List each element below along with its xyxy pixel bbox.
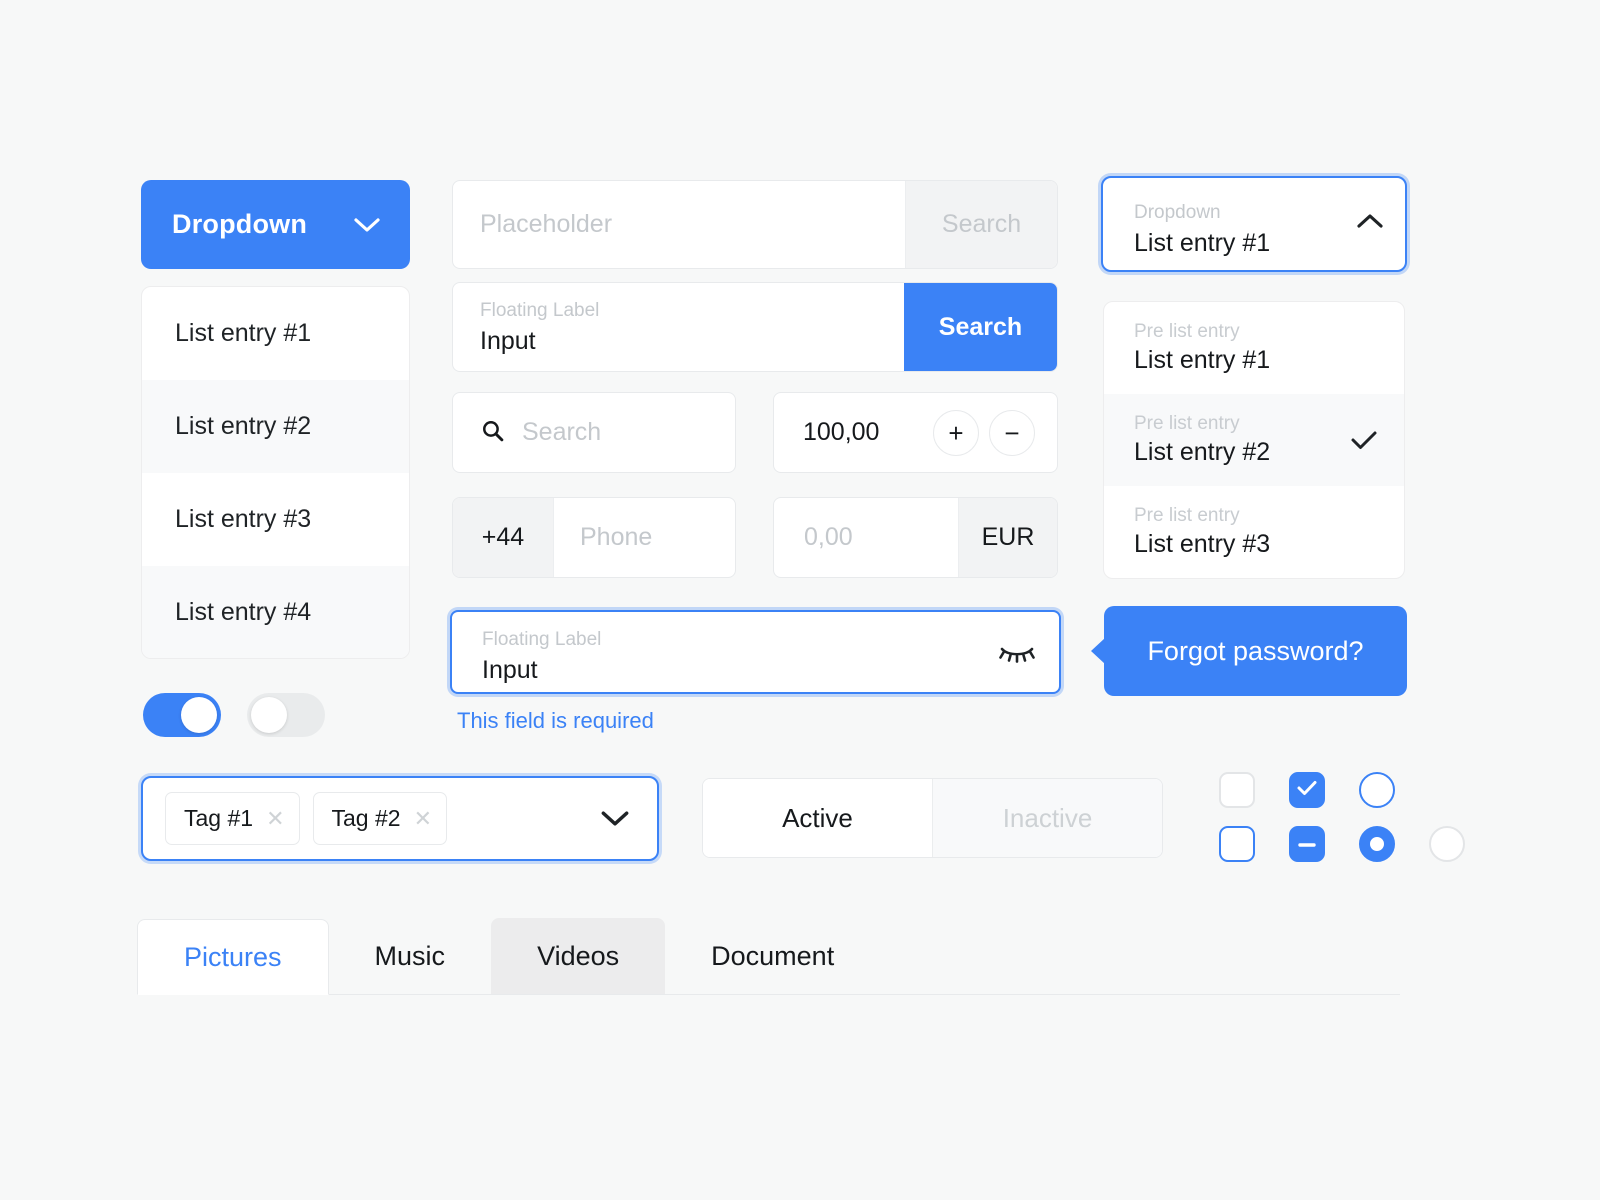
search-input[interactable]: Placeholder (453, 181, 905, 268)
list-item[interactable]: List entry #3 (142, 473, 409, 566)
chevron-down-icon[interactable] (601, 810, 635, 827)
toggle-knob (251, 697, 287, 733)
input-value: Input (480, 325, 904, 358)
password-input[interactable]: Floating Label Input (450, 610, 1061, 694)
checkbox-indeterminate[interactable] (1289, 826, 1325, 862)
radio-unselected[interactable] (1429, 826, 1465, 862)
radio-unselected-blue[interactable] (1359, 772, 1395, 808)
currency-suffix[interactable]: EUR (958, 498, 1057, 577)
floating-label: Floating Label (482, 628, 975, 652)
tag-label: Tag #1 (184, 805, 253, 832)
search-input-group-floating: Floating Label Input Search (452, 282, 1058, 372)
number-stepper: 100,00 + − (773, 392, 1058, 473)
eye-closed-icon[interactable] (975, 640, 1059, 664)
toggle-switch-on[interactable] (143, 693, 221, 737)
validation-message: This field is required (457, 708, 654, 734)
search-input-group-plain: Placeholder Search (452, 180, 1058, 269)
tab-bar: Pictures Music Videos Document (137, 917, 1400, 995)
radio-selected[interactable] (1359, 826, 1395, 862)
search-field-placeholder: Search (522, 418, 601, 447)
checkbox-unchecked-focused[interactable] (1219, 826, 1255, 862)
search-button[interactable]: Search (904, 283, 1057, 371)
tag-chip[interactable]: Tag #1 ✕ (165, 792, 300, 845)
list-item[interactable]: Pre list entry List entry #1 (1104, 302, 1404, 394)
list-item[interactable]: List entry #4 (142, 566, 409, 659)
checkbox-unchecked[interactable] (1219, 772, 1255, 808)
checkbox-checked[interactable] (1289, 772, 1325, 808)
list-item-label: List entry #1 (1134, 344, 1378, 377)
tab-music[interactable]: Music (329, 918, 492, 994)
currency-input-group: 0,00 EUR (773, 497, 1058, 578)
search-field[interactable]: Search (452, 392, 736, 473)
floating-label: Floating Label (480, 299, 904, 323)
segmented-control: Active Inactive (702, 778, 1163, 858)
list-item[interactable]: List entry #2 (142, 380, 409, 473)
tab-document[interactable]: Document (665, 918, 880, 994)
right-dropdown-list: Pre list entry List entry #1 Pre list en… (1103, 301, 1405, 579)
list-item-label: List entry #2 (1134, 436, 1350, 469)
toggle-group (143, 693, 325, 737)
search-icon (480, 418, 505, 448)
ui-kit-canvas: Dropdown List entry #1 List entry #2 Lis… (0, 0, 1600, 1200)
list-item-label: List entry #3 (1134, 528, 1378, 561)
segment-active[interactable]: Active (703, 779, 932, 857)
phone-input[interactable]: Phone (554, 498, 735, 577)
list-item-label: List entry #4 (175, 598, 311, 627)
chevron-up-icon (1335, 213, 1405, 235)
list-item-pre-label: Pre list entry (1134, 320, 1378, 344)
check-icon (1350, 429, 1378, 451)
list-item-pre-label: Pre list entry (1134, 504, 1378, 528)
segment-inactive[interactable]: Inactive (932, 779, 1162, 857)
list-item-label: List entry #1 (175, 319, 311, 348)
list-item-label: List entry #2 (175, 412, 311, 441)
search-button-disabled[interactable]: Search (905, 181, 1057, 268)
chevron-down-icon (354, 217, 380, 233)
tab-videos[interactable]: Videos (491, 918, 665, 994)
toggle-knob (181, 697, 217, 733)
phone-input-group: +44 Phone (452, 497, 736, 578)
close-icon[interactable]: ✕ (414, 808, 432, 830)
list-item-text: Pre list entry List entry #2 (1134, 412, 1350, 468)
tag-chip[interactable]: Tag #2 ✕ (313, 792, 448, 845)
number-stepper-value[interactable]: 100,00 (803, 418, 923, 447)
list-item-pre-label: Pre list entry (1134, 412, 1350, 436)
decrement-button[interactable]: − (989, 410, 1035, 456)
password-field-body: Floating Label Input (452, 618, 975, 686)
input-value: Input (482, 654, 975, 687)
forgot-password-label: Forgot password? (1147, 636, 1363, 667)
choice-control-group (1211, 772, 1473, 862)
right-dropdown-body: Dropdown List entry #1 (1103, 188, 1335, 259)
list-item-text: Pre list entry List entry #1 (1134, 320, 1378, 376)
phone-country-prefix[interactable]: +44 (453, 498, 554, 577)
grid-spacer (1421, 772, 1457, 808)
forgot-password-tooltip[interactable]: Forgot password? (1104, 606, 1407, 696)
increment-button[interactable]: + (933, 410, 979, 456)
list-item[interactable]: Pre list entry List entry #2 (1104, 394, 1404, 486)
toggle-switch-off[interactable] (247, 693, 325, 737)
list-item-label: List entry #3 (175, 505, 311, 534)
tab-pictures[interactable]: Pictures (137, 919, 329, 995)
tag-select-input[interactable]: Tag #1 ✕ Tag #2 ✕ (141, 776, 659, 861)
tag-label: Tag #2 (332, 805, 401, 832)
right-dropdown-trigger[interactable]: Dropdown List entry #1 (1101, 176, 1407, 272)
dropdown-button-label: Dropdown (172, 209, 307, 240)
list-item-text: Pre list entry List entry #3 (1134, 504, 1378, 560)
close-icon[interactable]: ✕ (266, 808, 284, 830)
right-dropdown-value: List entry #1 (1134, 227, 1335, 260)
check-icon (1296, 779, 1318, 802)
list-item[interactable]: List entry #1 (142, 287, 409, 380)
currency-input[interactable]: 0,00 (774, 498, 958, 577)
floating-label: Dropdown (1134, 201, 1335, 225)
floating-input[interactable]: Floating Label Input (453, 283, 904, 371)
dropdown-button[interactable]: Dropdown (141, 180, 410, 269)
minus-icon (1297, 835, 1317, 853)
dropdown-list-panel: List entry #1 List entry #2 List entry #… (141, 286, 410, 659)
list-item[interactable]: Pre list entry List entry #3 (1104, 486, 1404, 578)
